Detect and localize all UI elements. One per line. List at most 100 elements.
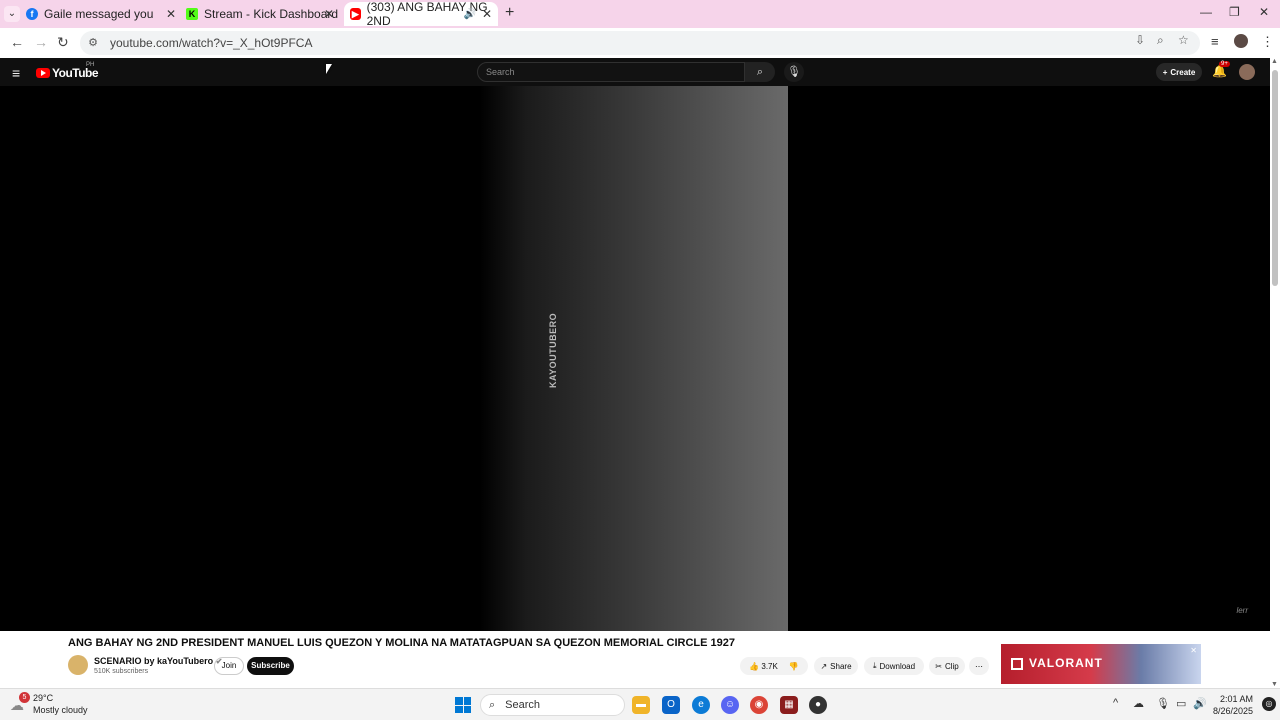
sidebar-ad-banner[interactable]: VALORANT ✕: [1001, 644, 1201, 684]
microphone-icon[interactable]: 🎙: [1156, 697, 1170, 710]
search-button[interactable]: ⌕: [745, 62, 775, 82]
tab-label: Gaile messaged you: [44, 7, 154, 21]
channel-name[interactable]: SCENARIO by kaYouTubero ✔: [94, 656, 222, 666]
facebook-icon: f: [26, 8, 38, 20]
country-code: PH: [86, 62, 95, 68]
tab-youtube[interactable]: ▶ (303) ANG BAHAY NG 2ND 🔊 ✕: [344, 0, 498, 28]
youtube-header: ≡ YouTube PH Search ⌕ 🎙 + Create 🔔 9+: [0, 58, 1270, 86]
plus-icon: +: [1162, 67, 1168, 77]
windows-start-icon[interactable]: [455, 697, 471, 713]
account-avatar[interactable]: [1239, 64, 1255, 80]
browser-menu-icon[interactable]: ⋮: [1261, 34, 1274, 50]
valorant-logo-icon: [1011, 657, 1023, 670]
onedrive-cloud-icon[interactable]: ☁: [1133, 697, 1144, 710]
close-tab-icon[interactable]: ✕: [482, 7, 492, 21]
file-explorer-icon[interactable]: ▬: [632, 696, 650, 714]
mouse-cursor: [326, 64, 332, 74]
share-icon: ↗: [820, 661, 828, 671]
download-label: Download: [879, 661, 916, 671]
forward-icon[interactable]: →: [34, 34, 48, 50]
address-bar[interactable]: ⚙ youtube.com/watch?v=_X_hOt9PFCA: [80, 31, 1200, 55]
close-tab-icon[interactable]: ✕: [166, 7, 176, 21]
kick-icon: K: [186, 8, 198, 20]
clock-date[interactable]: 8/26/2025: [1208, 706, 1253, 716]
browser-toolbar: ← → ↻ ⚙ youtube.com/watch?v=_X_hOt9PFCA …: [0, 28, 1280, 58]
close-tab-icon[interactable]: ✕: [324, 7, 334, 21]
site-info-icon[interactable]: ⚙: [86, 36, 100, 50]
search-input[interactable]: Search: [477, 62, 745, 82]
steam-icon[interactable]: ●: [809, 696, 827, 714]
browser-tab-bar: ⌄ f Gaile messaged you ✕ K Stream - Kick…: [0, 0, 1280, 28]
scroll-up-icon[interactable]: ▲: [1271, 58, 1278, 65]
hamburger-menu-icon[interactable]: ≡: [12, 65, 20, 81]
youtube-logo[interactable]: YouTube PH: [36, 62, 99, 80]
video-info: ANG BAHAY NG 2ND PRESIDENT MANUEL LUIS Q…: [0, 631, 1270, 688]
taskbar-search-label: Search: [505, 699, 541, 711]
channel-avatar[interactable]: [68, 655, 88, 675]
search-icon: ⌕: [489, 698, 496, 711]
subscriber-count: 510K subscribers: [94, 668, 149, 675]
show-hidden-icons-chevron-icon[interactable]: ^: [1113, 697, 1118, 709]
voice-search-button[interactable]: 🎙: [784, 62, 804, 82]
notification-count-badge: 9+: [1219, 61, 1230, 67]
clock-time[interactable]: 2:01 AM: [1213, 694, 1253, 704]
download-icon: ⤓: [872, 661, 877, 670]
join-button[interactable]: Join: [214, 657, 244, 675]
close-window-icon[interactable]: ✕: [1259, 5, 1269, 19]
tab-kick[interactable]: K Stream - Kick Dashboard ✕: [186, 2, 340, 26]
video-frame: [480, 86, 788, 631]
reload-icon[interactable]: ↻: [57, 34, 69, 51]
share-button[interactable]: ↗ Share: [814, 657, 858, 675]
create-label: Create: [1170, 67, 1196, 77]
scroll-down-icon[interactable]: ▼: [1271, 681, 1278, 688]
network-icon[interactable]: ▭: [1176, 697, 1186, 710]
taskbar-search-box[interactable]: ⌕ Search: [480, 694, 625, 716]
video-overlay-text: KAYOUTUBERO: [548, 312, 558, 388]
page-scrollbar[interactable]: ▲ ▼: [1270, 58, 1280, 688]
bookmark-star-icon[interactable]: ☆: [1178, 33, 1189, 47]
ad-close-icon[interactable]: ✕: [1190, 646, 1197, 655]
outlook-icon[interactable]: O: [662, 696, 680, 714]
logo-text: YouTube: [52, 66, 99, 80]
clip-button[interactable]: ✂ Clip: [929, 657, 965, 675]
install-app-icon[interactable]: ⇩: [1135, 33, 1145, 47]
new-tab-icon[interactable]: +: [505, 4, 514, 22]
volume-icon[interactable]: 🔊: [1193, 697, 1207, 710]
discord-icon[interactable]: ☺: [721, 696, 739, 714]
zoom-icon[interactable]: ⌕: [1157, 33, 1164, 48]
video-watermark: lerr: [1236, 606, 1248, 615]
create-button[interactable]: + Create: [1156, 63, 1202, 81]
tab-facebook[interactable]: f Gaile messaged you ✕: [26, 2, 182, 26]
weather-description[interactable]: Mostly cloudy: [33, 705, 88, 715]
restore-icon[interactable]: ❐: [1229, 5, 1240, 19]
more-horizontal-icon: ⋯: [975, 661, 983, 671]
ad-brand-text: VALORANT: [1029, 656, 1103, 670]
share-label: Share: [830, 661, 852, 671]
speaker-icon[interactable]: 🔊: [464, 9, 476, 20]
weather-temperature[interactable]: 29°C: [33, 693, 53, 703]
url-text[interactable]: youtube.com/watch?v=_X_hOt9PFCA: [110, 36, 312, 50]
youtube-play-icon: [36, 68, 50, 78]
app-icon[interactable]: ▦: [780, 696, 798, 714]
back-icon[interactable]: ←: [10, 34, 24, 50]
like-button[interactable]: 👍 3.7K: [749, 662, 778, 671]
video-player[interactable]: KAYOUTUBERO lerr: [0, 86, 1270, 631]
windows-taskbar: ☁ 5 29°C Mostly cloudy ⌕ Search ▬ O e ☺ …: [0, 688, 1280, 720]
download-button[interactable]: ⤓ Download: [864, 657, 924, 675]
chrome-icon[interactable]: ◉: [750, 696, 768, 714]
scissors-icon: ✂: [935, 661, 942, 671]
ad-brand-logo: VALORANT: [1011, 656, 1103, 670]
more-actions-button[interactable]: ⋯: [969, 657, 989, 675]
search-icon: ⌕: [756, 66, 764, 78]
tab-search-button[interactable]: ⌄: [4, 6, 20, 22]
subscribe-button[interactable]: Subscribe: [247, 657, 294, 675]
media-control-icon[interactable]: ≡: [1211, 34, 1219, 49]
minimize-icon[interactable]: —: [1200, 5, 1212, 19]
profile-avatar-icon[interactable]: [1234, 34, 1248, 48]
dislike-button[interactable]: 👎: [789, 662, 799, 671]
youtube-icon: ▶: [350, 8, 361, 20]
scrollbar-thumb[interactable]: [1272, 70, 1278, 286]
notification-center-icon[interactable]: ◎: [1262, 697, 1276, 711]
edge-icon[interactable]: e: [692, 696, 710, 714]
like-count: 3.7K: [761, 661, 778, 671]
